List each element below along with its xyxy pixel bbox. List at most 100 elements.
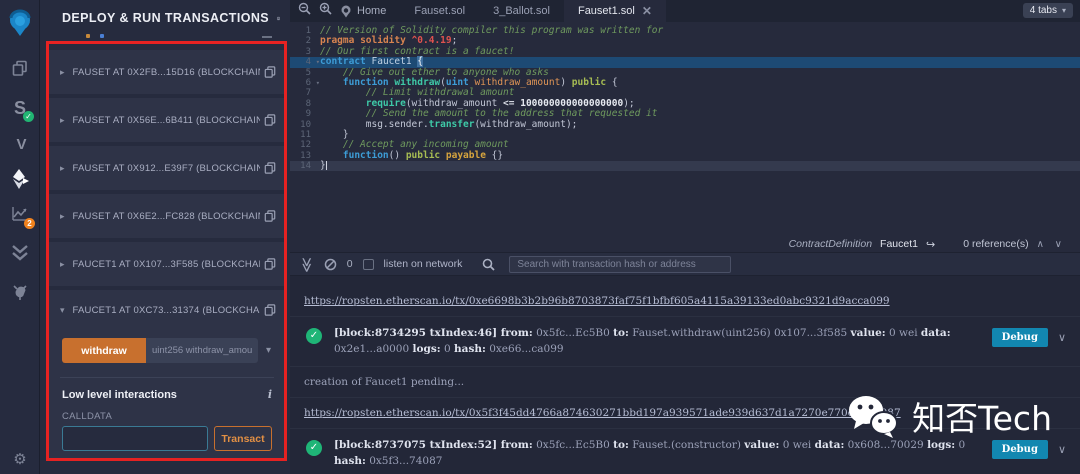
deploy-and-run-icon[interactable] [0,168,40,195]
tab-fauset-sol[interactable]: Fauset.sol [400,0,479,22]
solidity-compiler-icon[interactable]: S ✓ [0,98,40,122]
line-number: 8 [305,98,311,109]
line-number: 10 [300,119,311,130]
symbol-name: Faucet1 [880,238,918,250]
transact-button[interactable]: Transact [214,426,272,451]
tab-3-ballot-sol[interactable]: 3_Ballot.sol [479,0,564,22]
low-level-title: Low level interactions [62,388,177,401]
code-editor[interactable]: 1// Version of Solidity compiler this pr… [290,22,1080,236]
deployed-contracts-list: ▸ FAUSET AT 0X2FB...15D16 (BLOCKCHAIN) ▸ FA… [48,50,286,461]
chevron-right-icon[interactable]: ▸ [60,67,65,78]
withdraw-button[interactable]: withdraw [62,338,146,363]
watermark: 知否Tech [844,392,1052,440]
line-number: 2 [305,36,311,47]
copy-icon[interactable] [264,66,276,78]
success-check-icon: ✓ [306,439,322,456]
collapse-terminal-icon[interactable]: ≫ [298,257,316,271]
text-cursor [325,161,327,171]
debugger-badge: 2 [24,218,35,229]
copy-icon[interactable] [264,258,276,270]
debugger-icon[interactable]: 2 [0,206,40,229]
search-icon [482,258,495,271]
chevron-right-icon[interactable]: ▸ [60,259,65,270]
tab-home[interactable]: Home [332,0,400,22]
calldata-input[interactable] [62,426,208,451]
pending-tx-count: 0 [346,258,353,270]
symbol-type: ContractDefinition [788,238,873,250]
success-check-icon: ✓ [306,328,322,344]
deployed-contract-item[interactable]: ▸ FAUSET AT 0X6E2...FC828 (BLOCKCHAIN) [48,194,286,238]
settings-icon[interactable]: ⚙ [0,450,40,468]
info-icon[interactable]: i [268,388,272,401]
tab-fauset1-sol[interactable]: Fauset1.sol ✕ [563,0,666,22]
fold-icon[interactable]: ▾ [316,78,320,88]
close-tab-icon[interactable]: ✕ [642,4,652,18]
editor-status-bar: ContractDefinition Faucet1 ↪ 0 reference… [290,236,1080,253]
zoom-in-icon[interactable] [319,2,332,20]
line-number: 6 ▾ [305,77,320,88]
expand-params-icon[interactable]: ▾ [266,345,271,356]
goto-definition-icon[interactable]: ↪ [926,238,935,251]
chevron-right-icon[interactable]: ▸ [60,163,65,174]
code-line[interactable]: 14} [290,160,1080,172]
deployed-contract-item[interactable]: ▸ FAUSET AT 0X2FB...15D16 (BLOCKCHAIN) [48,50,286,94]
terminal-log[interactable]: https://ropsten.etherscan.io/tx/0xe6698b… [290,276,1080,474]
fold-icon[interactable]: ▾ [316,57,320,67]
file-explorer-icon[interactable] [0,60,40,81]
line-number: 11 [300,129,311,140]
code-line[interactable]: 13 function() public payable {} [290,150,1080,161]
zoom-out-icon[interactable] [298,2,311,20]
expand-tx-icon[interactable]: ∨ [1058,443,1066,456]
tabs-count-dropdown[interactable]: 4 tabs ▾ [1022,3,1073,18]
prev-next-reference-icons[interactable]: ∧ ∨ [1037,239,1066,250]
listen-network-checkbox[interactable] [362,258,374,270]
deployed-contract-item[interactable]: ▸ FAUSET AT 0X912...E39F7 (BLOCKCHAIN) [48,146,286,190]
line-number: 3 [305,46,311,57]
chevron-right-icon[interactable]: ▸ [60,211,65,222]
remix-ide-window: S ✓ V 2 ⚙ DEPLOY & RUN TRANSACTIONS ▸ FA… [0,0,1080,474]
expand-tx-icon[interactable]: ∨ [1058,331,1066,344]
deployed-contract-item-expanded: ▾ FAUCET1 AT 0XC73...31374 (BLOCKCHAIN) … [48,290,286,461]
line-number: 1 [305,26,311,36]
terminal-search-input[interactable] [509,255,732,273]
activity-bar: S ✓ V 2 ⚙ [0,0,40,474]
debug-button[interactable]: Debug [991,439,1048,459]
withdraw-amount-input[interactable] [146,338,258,363]
listen-network-label: listen on network [383,258,463,270]
deploy-run-panel: DEPLOY & RUN TRANSACTIONS ▸ FAUSET AT 0X2… [40,0,290,474]
line-number: 9 [305,109,311,120]
calldata-label: CALLDATA [62,411,113,422]
line-number: 12 [300,140,311,151]
wechat-icon [849,396,899,438]
debug-button[interactable]: Debug [991,328,1048,347]
deployed-contract-item[interactable]: ▸ FAUCET1 AT 0X107...3F585 (BLOCKCHAIN) [48,242,286,286]
code-line[interactable]: 10 msg.sender.transfer(withdraw_amount); [290,119,1080,130]
line-number: 13 [300,150,311,161]
terminal-toolbar: ≫ 0 listen on network [290,253,1080,276]
deployed-contract-item[interactable]: ▸ FAUSET AT 0X56E...6B411 (BLOCKCHAIN) [48,98,286,142]
line-number: 7 [305,88,311,99]
transaction-entry[interactable]: ✓ [block:8734295 txIndex:46] from: 0x5fc.… [290,317,1080,367]
code-lines: 1// Version of Solidity compiler this pr… [290,25,1080,172]
copy-icon[interactable] [264,162,276,174]
remix-logo-icon[interactable] [0,8,40,43]
divider [60,377,274,378]
compiler-success-badge: ✓ [23,111,34,122]
chevron-right-icon[interactable]: ▸ [60,115,65,126]
line-number: 5 [305,67,311,78]
documentation-icon[interactable] [277,12,280,25]
references-count: 0 reference(s) [963,238,1029,250]
deployed-contract-header[interactable]: ▾ FAUCET1 AT 0XC73...31374 (BLOCKCHAIN) [48,290,286,330]
copy-icon[interactable] [264,210,276,222]
unit-testing-icon[interactable] [0,244,40,266]
plugin-manager-icon[interactable] [0,284,40,306]
copy-icon[interactable] [264,304,276,316]
etherscan-link[interactable]: https://ropsten.etherscan.io/tx/0xe6698b… [290,286,1080,317]
panel-title: DEPLOY & RUN TRANSACTIONS [62,11,270,25]
clear-terminal-icon[interactable] [324,258,337,271]
line-number: 4 ▾ [305,57,320,68]
static-analysis-icon[interactable]: V [0,136,40,154]
copy-icon[interactable] [264,114,276,126]
watermark-text: 知否Tech [912,399,1052,438]
chevron-down-icon[interactable]: ▾ [60,305,65,316]
